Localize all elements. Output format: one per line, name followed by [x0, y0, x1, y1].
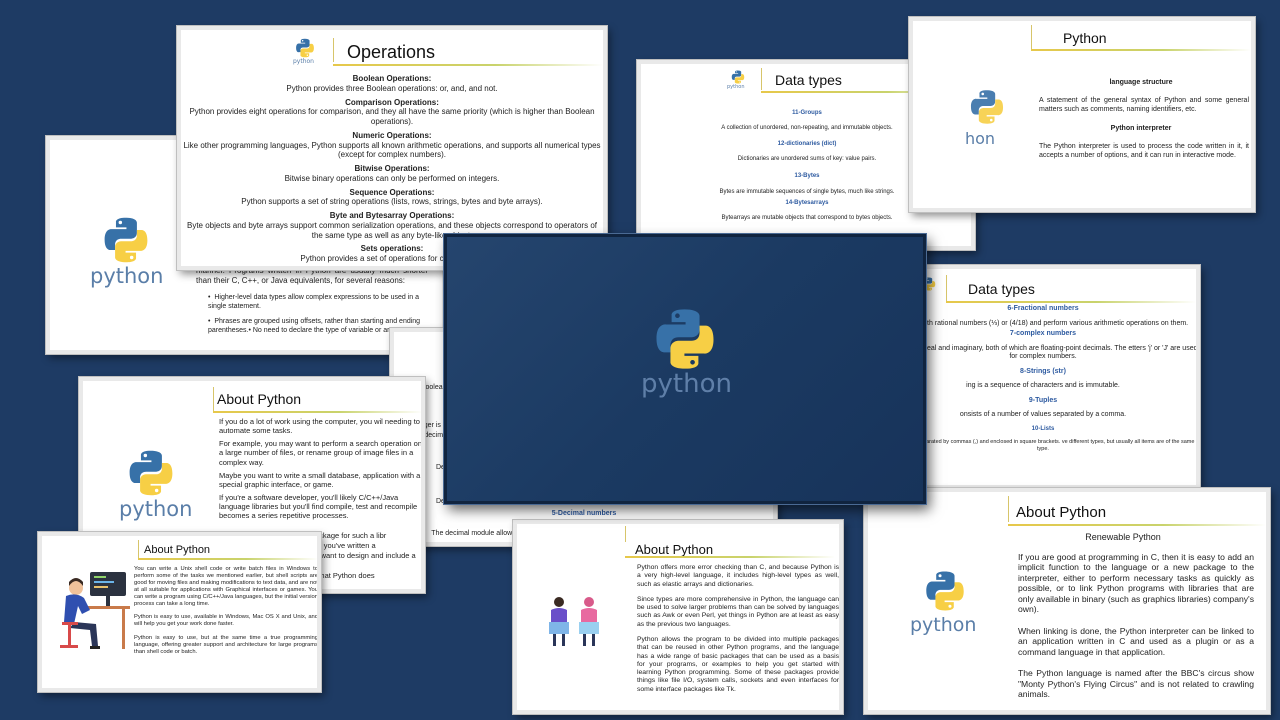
about-body: You can write a Unix shell code or write…: [134, 566, 318, 660]
python-logo-icon: [731, 70, 745, 84]
title-divider: [138, 540, 139, 558]
data-types-list: 6-Fractional numbers o work with rationa…: [888, 305, 1198, 453]
bullet-text: Higher-level data types allow complex ex…: [208, 294, 420, 310]
title-divider: [625, 526, 626, 542]
about-paragraph: When linking is done, the Python interpr…: [1018, 625, 1254, 657]
about-paragraph: Maybe you want to write a small database…: [219, 470, 421, 489]
type-head: 6-Fractional numbers: [1007, 305, 1079, 312]
about-paragraph: If you're a software developer, you'll l…: [219, 492, 418, 521]
type-body: onsists of a number of values separated …: [959, 411, 1127, 419]
about-paragraph: Python is easy to use, but at the same t…: [134, 634, 318, 655]
slide-title: Data types: [775, 72, 842, 88]
decimal-head: 5-Decimal numbers: [551, 510, 617, 517]
about-paragraph: The Python language is named after the B…: [1018, 668, 1254, 700]
type-body: elements) separated by commas (,) and en…: [891, 439, 1195, 452]
structure-head: language structure: [1109, 79, 1173, 86]
python-logo-icon: [102, 216, 150, 264]
about-paragraph: Python offers more error checking than C…: [637, 564, 839, 588]
title-underline: [138, 558, 317, 560]
op-body: Bitwise binary operations can only be pe…: [284, 173, 500, 183]
structure-body: A statement of the general syntax of Pyt…: [1039, 97, 1249, 113]
about-fragment: 't want to design and include a: [315, 551, 416, 560]
op-body: Python provides eight operations for com…: [189, 107, 595, 126]
python-wordmark: python: [910, 614, 977, 636]
type-body: f two parts, real and imaginary, both of…: [888, 344, 1198, 361]
slide-title: Data types: [968, 281, 1035, 297]
about-subtitle: Renewable Python: [1085, 532, 1161, 542]
about-paragraph: You can write a Unix shell code or write…: [134, 566, 318, 608]
about-paragraph: If you are good at programming in C, the…: [1018, 552, 1254, 615]
type-head: 10-Lists: [1031, 425, 1055, 432]
title-underline: [946, 301, 1196, 303]
about-body: Python offers more error checking than C…: [637, 564, 839, 698]
about-paragraph: If you do a lot of work using the comput…: [219, 417, 420, 436]
title-underline: [333, 64, 603, 66]
slide-about-python-2[interactable]: About Python You can write a Unix shell …: [37, 531, 322, 693]
type-head: 8-Strings (str): [1020, 367, 1066, 375]
title-underline: [625, 556, 835, 558]
about-paragraph: Since types are more comprehensive in Py…: [637, 595, 839, 628]
op-head: Bitwise Operations:: [354, 164, 430, 173]
about-fragment: or you've written a: [315, 541, 376, 550]
slide-title: About Python: [144, 544, 211, 556]
type-body: Bytearrays are mutable objects that corr…: [721, 215, 893, 222]
op-body: Python provides three Boolean operations…: [286, 83, 498, 93]
op-head: Byte and Bytesarray Operations:: [329, 211, 455, 220]
title-divider: [333, 38, 334, 62]
op-head: Numeric Operations:: [352, 130, 432, 140]
slide-title: Operations: [347, 42, 436, 62]
python-wordmark: python: [727, 84, 745, 90]
features-bullet-1: • Higher-level data types allow complex …: [208, 294, 428, 311]
about-paragraph: Python is easy to use, available in Wind…: [134, 614, 318, 628]
about-body: If you do a lot of work using the comput…: [219, 417, 423, 524]
slide-title: Python: [1063, 30, 1107, 46]
python-logo-icon: [969, 89, 1005, 125]
bullet-text: Phrases are grouped using offsets, rathe…: [208, 318, 421, 334]
slide-about-python-4[interactable]: python About Python Renewable Python If …: [863, 487, 1271, 715]
interpreter-body: The Python interpreter is used to proces…: [1039, 143, 1249, 159]
type-body: o work with rational numbers (⅓) or (4/1…: [897, 319, 1189, 327]
slide-python-cover[interactable]: python: [444, 234, 926, 504]
python-logo-icon: [924, 570, 966, 612]
python-wordmark: python: [119, 497, 193, 521]
title-divider: [213, 387, 214, 411]
title-underline: [213, 411, 421, 413]
slide-title: About Python: [635, 542, 714, 557]
about-fragment: what Python does: [315, 571, 375, 580]
title-divider: [1031, 25, 1032, 49]
title-underline: [1008, 524, 1266, 526]
title-divider: [946, 275, 947, 301]
python-wordmark: python: [641, 369, 732, 399]
slide-title: About Python: [217, 391, 302, 407]
team-illustration-icon: [549, 597, 599, 646]
title-underline: [1031, 49, 1251, 51]
python-logo-icon: [295, 38, 315, 58]
about-paragraph: For example, you may want to perform a s…: [219, 439, 423, 467]
type-head: 7-complex numbers: [1009, 330, 1077, 338]
op-body: Like other programming languages, Python…: [183, 140, 601, 160]
interpreter-head: Python interpreter: [1110, 125, 1172, 132]
title-divider: [761, 68, 762, 90]
op-head: Boolean Operations:: [352, 74, 432, 83]
python-wordmark: hon: [965, 129, 996, 148]
op-head: Sequence Operations:: [349, 187, 435, 197]
about-body: If you are good at programming in C, the…: [1018, 552, 1254, 704]
about-paragraph: Python allows the program to be divided …: [637, 635, 839, 693]
about-fragment: ackage for such a libr: [315, 531, 387, 540]
title-divider: [1008, 496, 1009, 522]
slide-data-types-2[interactable]: Data types 6-Fractional numbers o work w…: [879, 264, 1201, 490]
slide-title: About Python: [1016, 504, 1107, 521]
op-body: Python supports a set of string operatio…: [241, 197, 543, 207]
python-wordmark: python: [293, 58, 314, 65]
programmer-illustration-icon: [60, 572, 130, 649]
python-wordmark: python: [90, 264, 164, 288]
python-logo-icon: [653, 307, 717, 371]
op-head: Comparison Operations:: [345, 97, 439, 107]
type-body: ing is a sequence of characters and is i…: [966, 382, 1120, 390]
type-head: 9-Tuples: [1028, 396, 1058, 404]
python-logo-icon: [127, 449, 175, 497]
slide-python-structure[interactable]: Python hon language structure A statemen…: [908, 16, 1256, 213]
slide-about-python-3[interactable]: About Python Python offers more error ch…: [512, 519, 844, 715]
